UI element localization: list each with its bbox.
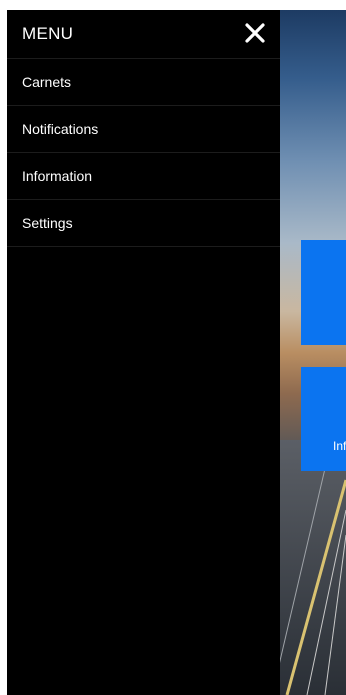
close-icon: [245, 23, 265, 43]
menu-item-label: Carnets: [22, 74, 72, 90]
menu-item-label: Settings: [22, 215, 73, 231]
menu-item-notifications[interactable]: Notifications: [7, 106, 280, 153]
menu-item-information[interactable]: Information: [7, 153, 280, 200]
background-tile[interactable]: Inf: [301, 367, 346, 471]
menu-list: Carnets Notifications Information Settin…: [7, 59, 280, 247]
close-button[interactable]: [243, 21, 267, 45]
navigation-drawer: MENU Carnets Notifications Information S…: [7, 10, 280, 695]
drawer-title: MENU: [22, 24, 74, 43]
tile-label: Inf: [333, 439, 346, 453]
background-tile[interactable]: [301, 240, 346, 345]
menu-item-carnets[interactable]: Carnets: [7, 59, 280, 106]
menu-item-settings[interactable]: Settings: [7, 200, 280, 247]
menu-item-label: Notifications: [22, 121, 99, 137]
menu-item-label: Information: [22, 168, 93, 184]
drawer-header: MENU: [7, 10, 280, 59]
app-frame: Inf MENU Carnets Notifications Informati…: [7, 10, 346, 695]
